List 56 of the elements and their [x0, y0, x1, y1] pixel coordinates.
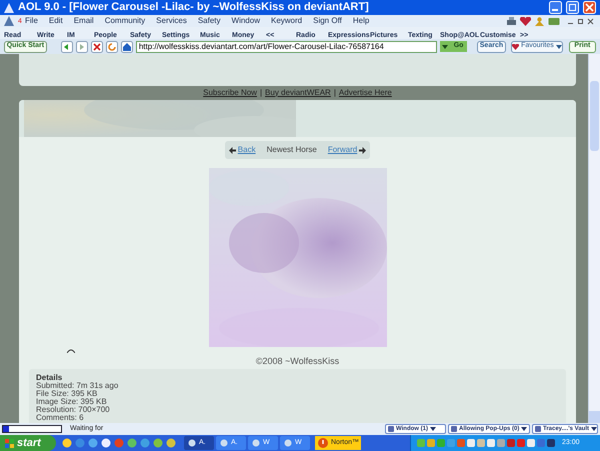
detail-text: Comments: 6: [36, 414, 85, 422]
menu-item[interactable]: Keyword: [270, 16, 302, 26]
separator: |: [260, 86, 262, 98]
menu-item[interactable]: Sign Off: [313, 16, 342, 26]
forward-button[interactable]: [76, 40, 88, 52]
caret-icon: [430, 427, 436, 431]
printer-icon[interactable]: [506, 16, 517, 26]
copyright-text: ©2008 ~WolfessKiss: [256, 356, 340, 367]
link[interactable]: Subscribe Now: [203, 86, 257, 98]
details-heading: Details: [36, 373, 64, 382]
arc-icon: [67, 349, 75, 353]
stop-button[interactable]: [90, 40, 103, 52]
refresh-button[interactable]: [106, 40, 118, 52]
address-field[interactable]: http://wolfesskiss.deviantart.com/art/Flower-Carousel-Lilac-76587164: [136, 40, 438, 52]
close-button[interactable]: [587, 18, 594, 24]
back-button[interactable]: [60, 40, 73, 52]
detail-text: Image Size: 395 KB: [36, 398, 108, 406]
dropdown-button[interactable]: [440, 41, 450, 52]
window-title: AOL 9.0 - [Flower Carousel -Lilac- by ~WolfessKiss on deviantART]: [18, 0, 370, 16]
gallery-title: Newest Horse: [266, 144, 317, 156]
scrollbar[interactable]: [588, 54, 600, 423]
menu-item[interactable]: Email: [74, 16, 94, 26]
link[interactable]: Buy deviantWEAR: [265, 86, 331, 98]
caret-icon: [521, 427, 528, 431]
detail-text: Submitted: 7m 31s ago: [36, 382, 120, 390]
app-icon: [188, 439, 196, 447]
restore-button[interactable]: [577, 18, 584, 24]
heart-icon: [512, 44, 520, 50]
start-button[interactable]: start: [0, 435, 56, 451]
link[interactable]: Advertise Here: [338, 86, 392, 98]
detail-text: File Size: 395 KB: [36, 390, 98, 398]
right-arrow-icon: [359, 146, 366, 154]
window-icon: [388, 426, 394, 432]
card-icon[interactable]: [548, 16, 560, 26]
alert-icon: [318, 438, 328, 448]
detail-text: Resolution: 700×700: [36, 406, 111, 414]
heart-icon[interactable]: [520, 16, 531, 26]
menu-item[interactable]: Services: [156, 16, 187, 26]
menu-item[interactable]: Edit: [48, 16, 63, 26]
windows-flag-icon: [5, 438, 14, 448]
caret-icon: [556, 44, 562, 48]
menu-item[interactable]: Window: [232, 16, 260, 26]
home-button[interactable]: [120, 40, 133, 52]
window-icon: [535, 426, 541, 432]
menu-item[interactable]: File: [25, 16, 38, 26]
left-arrow-icon: [228, 146, 236, 154]
menu-item[interactable]: Help: [352, 16, 370, 26]
app-icon: [252, 439, 260, 447]
minimize-button[interactable]: [549, 1, 562, 14]
caret-icon: [591, 427, 598, 431]
menu-item[interactable]: Safety: [198, 16, 221, 26]
window-icon: [451, 426, 457, 432]
menu-item[interactable]: Community: [104, 16, 146, 26]
app-icon: [284, 439, 292, 447]
app-icon: [220, 439, 228, 447]
separator: |: [334, 86, 336, 98]
